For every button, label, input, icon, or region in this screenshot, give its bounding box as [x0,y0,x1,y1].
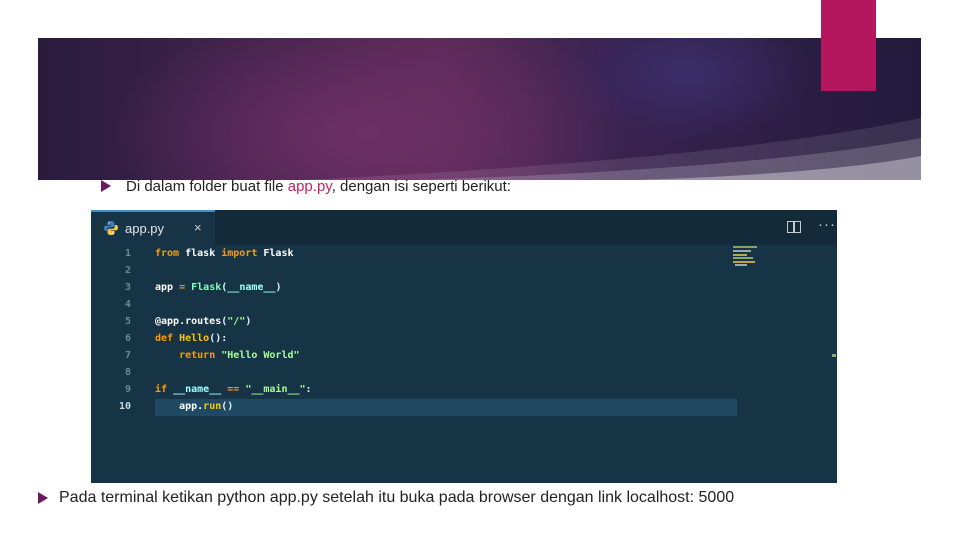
code-token: return [179,350,216,361]
line-number: 7 [124,350,131,361]
line-number: 2 [124,265,131,276]
bullet-text-1-prefix: Di dalam folder buat file [126,178,288,195]
bullet-text-1: Di dalam folder buat file app.py, dengan… [126,178,511,195]
code-token: Hello [173,333,210,344]
code-token: () [221,401,234,412]
editor-tab-bar: app.py × ··· [91,210,837,245]
code-line: app.run() [155,401,233,412]
code-token: "__main__" [239,384,306,395]
code-token: : [305,384,312,395]
bullet-text-2: Pada terminal ketikan python app.py sete… [59,489,735,506]
banner-wave-decoration [298,118,921,180]
minimap-line [733,261,755,263]
code-token: @app.routes [155,316,222,327]
code-token: from [155,248,180,259]
bullet-text-1-suffix: , dengan isi seperti berikut: [331,178,511,195]
code-line: app = Flask(__name__) [155,282,281,293]
split-editor-icon[interactable] [787,221,801,233]
accent-block [821,0,876,91]
code-line: def Hello(): [155,333,227,344]
code-line: return "Hello World" [155,350,300,361]
code-token: Flask [257,248,294,259]
code-line: from flask import Flask [155,248,294,259]
code-token: "/" [227,316,246,327]
editor-tab-label: app.py [125,221,165,236]
minimap[interactable] [733,244,763,274]
minimap-line [733,257,753,259]
code-editor-screenshot: app.py × ··· 1 2 3 4 5 6 7 8 9 10 from flask impo… [91,210,837,483]
minimap-line [733,254,747,256]
bullet-text-1-filename: app.py [287,178,332,195]
line-number: 10 [118,401,131,412]
code-token: ) [275,282,282,293]
minimap-line [733,246,757,248]
code-token: import [221,248,258,259]
bullet-diamond-2 [38,492,48,504]
code-token: (): [209,333,228,344]
code-token: flask [179,248,222,259]
code-token: def [155,333,174,344]
line-number: 3 [124,282,131,293]
python-icon [104,221,118,235]
code-token: if [155,384,168,395]
close-icon[interactable]: × [194,220,202,235]
code-token: == [227,384,240,395]
line-number: 1 [124,248,131,259]
header-banner [38,38,921,180]
line-number: 9 [124,384,131,395]
line-number: 6 [124,333,131,344]
code-token: run [203,401,222,412]
current-line-highlight [155,399,737,416]
code-token: "Hello World" [215,350,300,361]
scrollbar-marker [832,354,836,357]
code-token: ) [245,316,252,327]
code-line: if __name__ == "__main__": [155,384,312,395]
code-line: @app.routes("/") [155,316,251,327]
code-token: app [155,282,180,293]
editor-tab-app-py[interactable]: app.py × [91,210,215,245]
line-number: 5 [124,316,131,327]
minimap-line [733,250,751,252]
code-token: __name__ [227,282,276,293]
code-token: Flask [185,282,222,293]
more-actions-icon[interactable]: ··· [818,216,836,233]
code-token: __name__ [167,384,228,395]
code-token: app. [155,401,204,412]
minimap-line [735,264,747,266]
line-number: 4 [124,299,131,310]
line-number: 8 [124,367,131,378]
bullet-diamond-1 [101,180,111,192]
